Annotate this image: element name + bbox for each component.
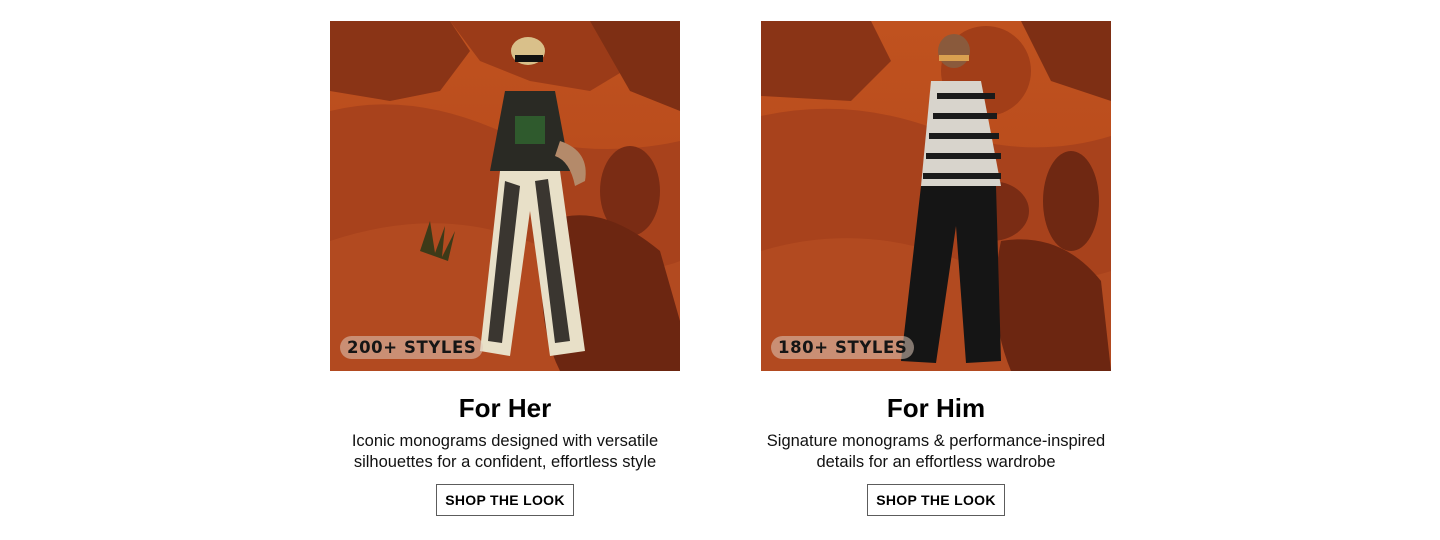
description-line-2: details for an effortless wardrobe xyxy=(816,453,1056,471)
description-line-1: Signature monograms & performance-inspir… xyxy=(766,432,1106,450)
styles-count-badge: 200+ STYLES xyxy=(340,336,484,359)
for-him-card[interactable]: 180+ STYLES For Him Signature monograms … xyxy=(761,21,1111,516)
card-title: For Him xyxy=(886,393,986,423)
card-description: Signature monograms & performance-inspir… xyxy=(736,431,1136,473)
shop-the-look-button[interactable]: SHOP THE LOOK xyxy=(436,484,574,516)
card-description: Iconic monograms designed with versatile… xyxy=(305,431,705,473)
shop-the-look-button[interactable]: SHOP THE LOOK xyxy=(867,484,1005,516)
for-her-image xyxy=(330,21,680,371)
for-him-image xyxy=(761,21,1111,371)
for-him-photo[interactable]: 180+ STYLES xyxy=(761,21,1111,371)
for-her-card[interactable]: 200+ STYLES For Her Iconic monograms des… xyxy=(330,21,680,516)
styles-count-badge: 180+ STYLES xyxy=(771,336,915,359)
for-her-photo[interactable]: 200+ STYLES xyxy=(330,21,680,371)
description-line-2: silhouettes for a confident, effortless … xyxy=(353,453,657,471)
card-title: For Her xyxy=(458,393,552,423)
description-line-1: Iconic monograms designed with versatile xyxy=(351,432,659,450)
